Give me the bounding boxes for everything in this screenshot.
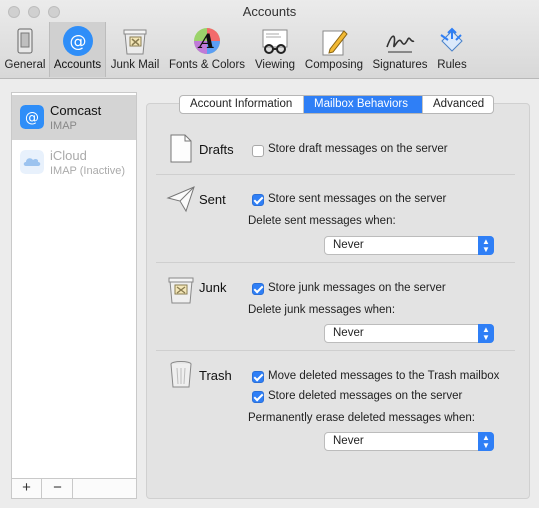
erase-deleted-value: Never xyxy=(333,435,364,447)
drafts-icon xyxy=(170,134,192,163)
section-divider xyxy=(156,174,515,175)
toolbar-accounts[interactable]: @ Accounts xyxy=(49,22,106,77)
toolbar-general-label: General xyxy=(4,59,46,71)
viewing-icon xyxy=(262,29,288,54)
account-item-icloud[interactable]: iCloud IMAP (Inactive) xyxy=(12,140,136,185)
delete-junk-label: Delete junk messages when: xyxy=(248,304,396,316)
title-bar: Accounts General @ Accounts Junk Mail A … xyxy=(0,0,539,79)
drafts-title: Drafts xyxy=(199,142,234,157)
move-to-trash-checkbox[interactable] xyxy=(252,371,264,383)
svg-text:@: @ xyxy=(25,110,39,126)
trash-icon xyxy=(170,361,192,388)
sent-title: Sent xyxy=(199,192,226,207)
store-drafts-label: Store draft messages on the server xyxy=(268,143,448,155)
section-divider xyxy=(156,350,515,351)
store-sent-label: Store sent messages on the server xyxy=(268,193,447,205)
general-icon xyxy=(17,28,33,54)
toolbar-rules-label: Rules xyxy=(437,59,467,71)
toolbar-composing-label: Composing xyxy=(304,59,364,71)
toolbar-accounts-label: Accounts xyxy=(53,59,102,71)
toolbar-junk-mail[interactable]: Junk Mail xyxy=(107,22,163,77)
account-name: Comcast xyxy=(50,103,102,118)
account-type: IMAP (Inactive) xyxy=(50,165,125,177)
tab-advanced[interactable]: Advanced xyxy=(423,96,493,113)
toolbar-signatures-label: Signatures xyxy=(372,59,428,71)
comcast-account-icon: @ xyxy=(20,105,44,129)
chevron-updown-icon: ▲ ▼ xyxy=(478,432,494,451)
account-type: IMAP xyxy=(50,120,77,132)
chevron-updown-icon: ▲ ▼ xyxy=(478,324,494,343)
erase-deleted-label: Permanently erase deleted messages when: xyxy=(248,412,475,424)
junk-title: Junk xyxy=(199,280,227,295)
toolbar-composing[interactable]: Composing xyxy=(301,22,367,77)
store-junk-checkbox[interactable] xyxy=(252,283,264,295)
toolbar-viewing-label: Viewing xyxy=(254,59,296,71)
delete-sent-label: Delete sent messages when: xyxy=(248,215,396,227)
accounts-sidebar: @ Comcast IMAP iCloud IMAP (Inactive) + … xyxy=(11,92,137,499)
delete-sent-value: Never xyxy=(333,239,364,251)
sent-icon xyxy=(166,186,195,213)
svg-text:@: @ xyxy=(69,32,86,52)
tab-mailbox-behaviors[interactable]: Mailbox Behaviors xyxy=(304,96,423,113)
composing-icon xyxy=(322,30,348,56)
remove-account-button[interactable]: − xyxy=(43,479,73,498)
account-name: iCloud xyxy=(50,148,87,163)
chevron-updown-icon: ▲ ▼ xyxy=(478,236,494,255)
toolbar-signatures[interactable]: Signatures xyxy=(368,22,432,77)
section-divider xyxy=(156,262,515,263)
add-account-button[interactable]: + xyxy=(12,479,42,498)
svg-text:A: A xyxy=(197,29,215,53)
toolbar-fonts-colors-label: Fonts & Colors xyxy=(168,59,246,71)
store-deleted-label: Store deleted messages on the server xyxy=(268,390,463,402)
store-drafts-checkbox[interactable] xyxy=(252,145,264,157)
toolbar-junk-mail-label: Junk Mail xyxy=(110,59,160,71)
tab-bar: Account Information Mailbox Behaviors Ad… xyxy=(179,95,494,114)
delete-junk-select[interactable]: Never ▲ ▼ xyxy=(324,324,494,343)
account-item-comcast[interactable]: @ Comcast IMAP xyxy=(12,95,136,140)
toolbar-fonts-colors[interactable]: A Fonts & Colors xyxy=(165,22,249,77)
move-to-trash-label: Move deleted messages to the Trash mailb… xyxy=(268,370,500,382)
delete-sent-select[interactable]: Never ▲ ▼ xyxy=(324,236,494,255)
preferences-window: Accounts General @ Accounts Junk Mail A … xyxy=(0,0,539,508)
toolbar-rules[interactable]: Rules xyxy=(433,22,471,77)
signatures-icon xyxy=(386,35,415,53)
accounts-icon: @ xyxy=(62,26,93,56)
trash-title: Trash xyxy=(199,368,232,383)
toolbar-general[interactable]: General xyxy=(2,22,48,77)
rules-icon xyxy=(440,27,463,52)
fonts-colors-icon: A xyxy=(194,28,220,54)
icloud-icon xyxy=(20,150,44,174)
junk-icon xyxy=(168,277,194,304)
store-junk-label: Store junk messages on the server xyxy=(268,282,446,294)
sidebar-footer: + − xyxy=(12,478,136,498)
tab-account-information[interactable]: Account Information xyxy=(180,96,304,113)
store-sent-checkbox[interactable] xyxy=(252,194,264,206)
erase-deleted-select[interactable]: Never ▲ ▼ xyxy=(324,432,494,451)
junk-mail-icon xyxy=(123,29,147,55)
window-title: Accounts xyxy=(242,4,297,19)
delete-junk-value: Never xyxy=(333,327,364,339)
toolbar-viewing[interactable]: Viewing xyxy=(250,22,300,77)
store-deleted-checkbox[interactable] xyxy=(252,391,264,403)
